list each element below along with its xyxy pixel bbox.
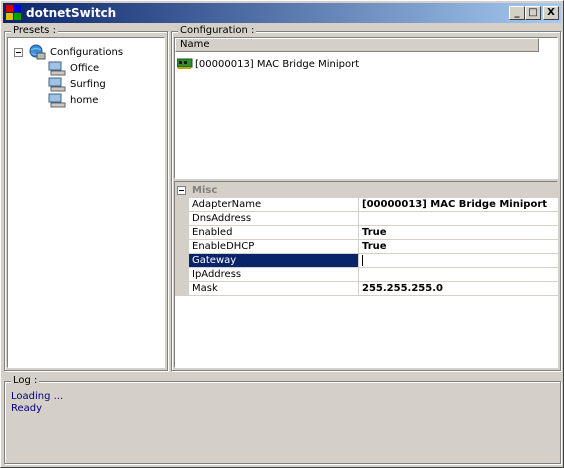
presets-tree[interactable]: Configurations Office Surfing home	[7, 37, 165, 368]
tree-item-office[interactable]: Office	[48, 60, 99, 76]
log-line: Loading ...	[11, 391, 64, 402]
property-value[interactable]: [00000013] MAC Bridge Miniport	[359, 198, 559, 212]
network-card-icon	[177, 58, 193, 69]
property-name: Mask	[189, 282, 359, 296]
title-bar[interactable]: dotnetSwitch _ □ X	[3, 3, 561, 23]
app-icon	[6, 5, 22, 21]
property-name: Enabled	[189, 226, 359, 240]
property-row-ipaddress[interactable]: IpAddress	[175, 268, 559, 282]
text-caret	[362, 254, 363, 266]
property-category-misc[interactable]: Misc	[175, 182, 559, 198]
property-value[interactable]: True	[359, 226, 559, 240]
tree-item-label: home	[70, 94, 99, 106]
computer-icon	[48, 61, 66, 76]
adapter-list-item[interactable]: [00000013] MAC Bridge Miniport	[177, 56, 359, 72]
property-grid[interactable]: Misc AdapterName [00000013] MAC Bridge M…	[174, 181, 559, 368]
computer-icon	[48, 77, 66, 92]
close-button[interactable]: X	[543, 6, 559, 20]
property-value[interactable]: True	[359, 240, 559, 254]
property-value[interactable]	[359, 268, 559, 282]
property-name: EnableDHCP	[189, 240, 359, 254]
collapse-icon[interactable]	[14, 47, 23, 57]
tree-item-label: Surfing	[70, 78, 106, 90]
main-window: dotnetSwitch _ □ X Presets : Configurati…	[0, 0, 564, 468]
log-line: Ready	[11, 403, 43, 414]
column-header-name[interactable]: Name	[175, 38, 539, 52]
tree-root-configurations[interactable]: Configurations	[14, 44, 123, 60]
property-name: DnsAddress	[189, 212, 359, 226]
tree-item-home[interactable]: home	[48, 92, 98, 108]
property-value[interactable]	[359, 212, 559, 226]
window-title: dotnetSwitch	[26, 6, 117, 20]
property-name: IpAddress	[189, 268, 359, 282]
adapter-item-label: [00000013] MAC Bridge Miniport	[195, 58, 360, 70]
tree-root-label: Configurations	[50, 46, 124, 58]
property-row-adaptername[interactable]: AdapterName [00000013] MAC Bridge Minipo…	[175, 198, 559, 212]
configuration-label: Configuration :	[178, 25, 257, 36]
computer-icon	[48, 93, 66, 108]
property-row-enabledhcp[interactable]: EnableDHCP True	[175, 240, 559, 254]
network-globe-icon	[29, 44, 46, 60]
collapse-icon[interactable]	[177, 185, 186, 195]
log-group: Log : Loading ... Ready	[4, 375, 561, 464]
presets-label: Presets :	[11, 25, 58, 36]
log-label: Log :	[11, 375, 40, 386]
tree-item-label: Office	[70, 62, 100, 74]
configuration-group: Configuration : Name [00000013] MAC Brid…	[171, 25, 561, 371]
maximize-button[interactable]: □	[525, 6, 541, 20]
property-name: Gateway	[189, 254, 359, 268]
property-row-gateway[interactable]: Gateway	[175, 254, 559, 268]
category-label: Misc	[192, 184, 218, 196]
property-row-dnsaddress[interactable]: DnsAddress	[175, 212, 559, 226]
presets-group: Presets : Configurations Office Surfing …	[4, 25, 168, 371]
property-value-input[interactable]	[359, 254, 559, 268]
tree-item-surfing[interactable]: Surfing	[48, 76, 106, 92]
property-row-enabled[interactable]: Enabled True	[175, 226, 559, 240]
minimize-button[interactable]: _	[509, 6, 525, 20]
property-row-mask[interactable]: Mask 255.255.255.0	[175, 282, 559, 296]
adapter-list[interactable]: Name [00000013] MAC Bridge Miniport	[174, 37, 558, 179]
property-value[interactable]: 255.255.255.0	[359, 282, 559, 296]
property-name: AdapterName	[189, 198, 359, 212]
